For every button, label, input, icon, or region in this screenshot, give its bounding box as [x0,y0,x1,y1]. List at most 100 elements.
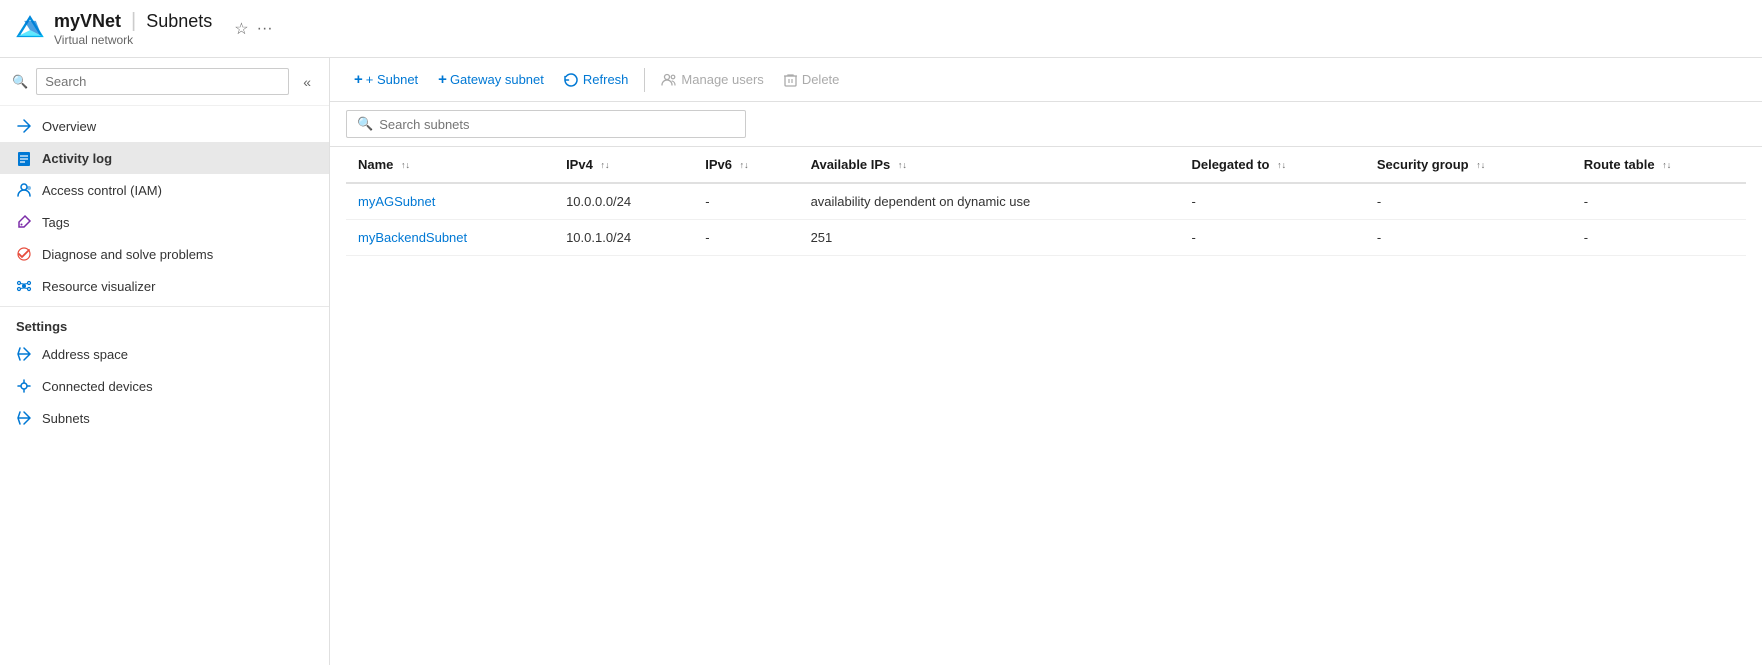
subnet-delegated-cell: - [1179,220,1364,256]
sidebar-item-access-control[interactable]: Access control (IAM) [0,174,329,206]
col-ipv6[interactable]: IPv6 ↑↓ [693,147,798,183]
table-body: myAGSubnet 10.0.0.0/24 - availability de… [346,183,1746,256]
sidebar-search-input[interactable] [36,68,289,95]
table-row: myBackendSubnet 10.0.1.0/24 - 251 - - - [346,220,1746,256]
connected-devices-icon [16,378,32,394]
name-sort-icon[interactable]: ↑↓ [401,161,410,170]
subnets-table: Name ↑↓ IPv4 ↑↓ IPv6 ↑↓ Available IPs [346,147,1746,256]
sidebar-item-address-space-label: Address space [42,347,128,362]
arrows-icon [16,118,32,134]
section-name: Subnets [146,11,212,32]
subnets-icon [16,410,32,426]
address-space-icon [16,346,32,362]
manage-users-button[interactable]: Manage users [653,67,771,93]
sidebar-item-activity-log[interactable]: Activity log [0,142,329,174]
sidebar-item-tags-label: Tags [42,215,69,230]
refresh-icon [564,72,578,88]
subnet-security-cell: - [1365,220,1572,256]
add-subnet-button[interactable]: + + Subnet [346,66,426,93]
sidebar-item-diagnose-label: Diagnose and solve problems [42,247,213,262]
sidebar-item-connected-devices-label: Connected devices [42,379,153,394]
subnet-ipv4-cell: 10.0.1.0/24 [554,220,693,256]
sidebar-item-resource-visualizer[interactable]: Resource visualizer [0,270,329,302]
sidebar-item-address-space[interactable]: Address space [0,338,329,370]
resource-subtitle: Virtual network [54,33,212,47]
sidebar-nav: Overview Activity log [0,106,329,438]
toolbar-separator [644,68,645,92]
favorite-button[interactable]: ☆ [234,19,248,39]
ipv6-sort-icon[interactable]: ↑↓ [740,161,749,170]
col-ipv4[interactable]: IPv4 ↑↓ [554,147,693,183]
add-gateway-label: Gateway subnet [450,72,544,87]
subnet-route-cell: - [1572,220,1746,256]
iam-icon [16,182,32,198]
sidebar-collapse-button[interactable]: « [297,72,317,92]
sidebar-item-tags[interactable]: Tags [0,206,329,238]
search-subnets-bar: 🔍 [330,102,1762,147]
search-subnets-inner: 🔍 [346,110,746,138]
add-gateway-icon: + [438,71,447,88]
manage-users-label: Manage users [681,72,763,87]
add-subnet-label: + Subnet [366,72,418,87]
subnets-table-area: Name ↑↓ IPv4 ↑↓ IPv6 ↑↓ Available IPs [330,147,1762,665]
delete-icon [784,72,797,88]
sidebar-item-diagnose[interactable]: Diagnose and solve problems [0,238,329,270]
ipv4-sort-icon[interactable]: ↑↓ [600,161,609,170]
more-options-button[interactable]: ··· [257,20,273,38]
manage-users-icon [661,72,676,88]
sidebar-item-activity-log-label: Activity log [42,151,112,166]
sidebar-item-overview[interactable]: Overview [0,110,329,142]
table-row: myAGSubnet 10.0.0.0/24 - availability de… [346,183,1746,220]
subnet-name-cell[interactable]: myBackendSubnet [346,220,554,256]
sidebar-item-subnets-label: Subnets [42,411,90,426]
refresh-label: Refresh [583,72,629,87]
delegated-sort-icon[interactable]: ↑↓ [1277,161,1286,170]
sidebar-item-resource-visualizer-label: Resource visualizer [42,279,155,294]
col-available-ips[interactable]: Available IPs ↑↓ [799,147,1180,183]
security-sort-icon[interactable]: ↑↓ [1476,161,1485,170]
search-subnets-input[interactable] [379,117,735,132]
subnet-security-cell: - [1365,183,1572,220]
sidebar-item-subnets[interactable]: Subnets [0,402,329,434]
title-divider: | [131,10,136,33]
subnet-ipv4-cell: 10.0.0.0/24 [554,183,693,220]
sidebar-item-overview-label: Overview [42,119,96,134]
route-sort-icon[interactable]: ↑↓ [1662,161,1671,170]
search-subnets-icon: 🔍 [357,116,373,132]
col-name[interactable]: Name ↑↓ [346,147,554,183]
table-header-row: Name ↑↓ IPv4 ↑↓ IPv6 ↑↓ Available IPs [346,147,1746,183]
delete-button[interactable]: Delete [776,67,848,93]
main-layout: 🔍 « Overview [0,58,1762,665]
sidebar-item-access-control-label: Access control (IAM) [42,183,162,198]
sidebar-search-area: 🔍 « [0,58,329,106]
diagnose-icon [16,246,32,262]
content-area: + + Subnet + Gateway subnet Refresh [330,58,1762,665]
resource-title: myVNet | Subnets Virtual network [54,10,212,47]
subnet-ipv6-cell: - [693,183,798,220]
subnet-available-ips-cell: availability dependent on dynamic use [799,183,1180,220]
add-subnet-icon: + [354,71,363,88]
toolbar: + + Subnet + Gateway subnet Refresh [330,58,1762,102]
settings-section-header: Settings [0,306,329,338]
delete-label: Delete [802,72,840,87]
sidebar-item-connected-devices[interactable]: Connected devices [0,370,329,402]
subnet-available-ips-cell: 251 [799,220,1180,256]
resource-visualizer-icon [16,278,32,294]
azure-logo-icon [16,15,44,43]
header-actions: ☆ ··· [234,19,272,39]
subnet-ipv6-cell: - [693,220,798,256]
subnet-name-cell[interactable]: myAGSubnet [346,183,554,220]
sidebar: 🔍 « Overview [0,58,330,665]
activity-log-icon [16,150,32,166]
col-delegated-to[interactable]: Delegated to ↑↓ [1179,147,1364,183]
subnet-delegated-cell: - [1179,183,1364,220]
resource-name: myVNet [54,11,121,32]
tags-icon [16,214,32,230]
col-route-table[interactable]: Route table ↑↓ [1572,147,1746,183]
refresh-button[interactable]: Refresh [556,67,637,93]
subnet-route-cell: - [1572,183,1746,220]
col-security-group[interactable]: Security group ↑↓ [1365,147,1572,183]
search-icon: 🔍 [12,74,28,90]
available-ips-sort-icon[interactable]: ↑↓ [898,161,907,170]
add-gateway-subnet-button[interactable]: + Gateway subnet [430,66,552,93]
